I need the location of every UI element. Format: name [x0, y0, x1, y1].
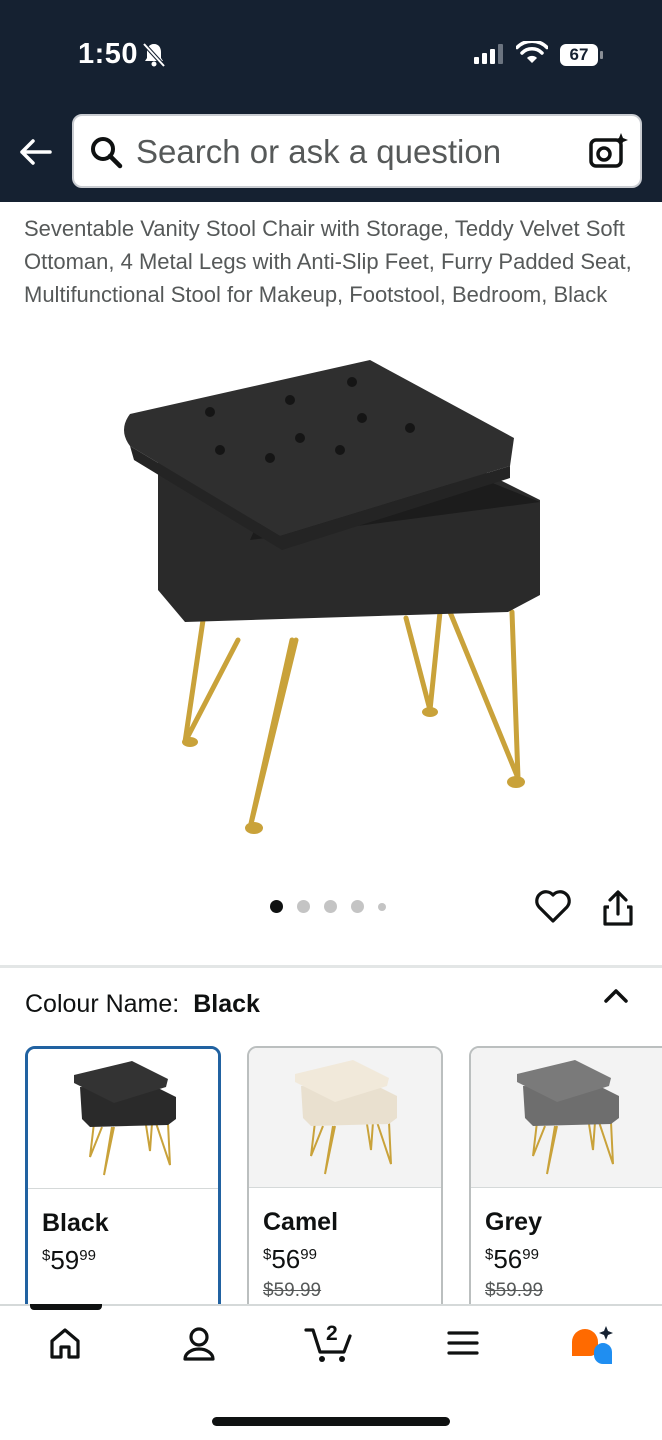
- battery-icon: 67: [560, 44, 604, 71]
- swatch-price: $5699: [263, 1244, 317, 1274]
- swatch-price: $5999: [42, 1245, 96, 1275]
- chevron-up-icon[interactable]: [602, 986, 630, 1006]
- colour-selected-value: Black: [193, 990, 260, 1018]
- nav-active-indicator: [30, 1304, 102, 1310]
- wifi-icon: [516, 41, 548, 63]
- swatch-black[interactable]: Black $5999: [25, 1046, 221, 1316]
- swatch-camel[interactable]: Camel $5699 $59.99: [247, 1046, 443, 1316]
- swatch-name: Camel: [263, 1208, 339, 1236]
- image-carousel-dots[interactable]: [270, 900, 386, 913]
- bell-muted-icon: [142, 42, 166, 68]
- search-input[interactable]: Search or ask a question: [136, 133, 501, 171]
- home-icon[interactable]: [48, 1326, 82, 1360]
- search-bar[interactable]: Search or ask a question: [72, 114, 642, 188]
- swatch-black-image: [74, 1061, 176, 1176]
- search-icon: [91, 137, 123, 169]
- swatch-grey[interactable]: Grey $5699 $59.99: [469, 1046, 662, 1316]
- colour-name-label: Colour Name: Black: [25, 990, 260, 1019]
- swatch-camel-image: [295, 1060, 397, 1175]
- account-icon[interactable]: [182, 1326, 216, 1362]
- swatch-was-price: $59.99: [263, 1280, 322, 1301]
- back-arrow-icon[interactable]: [18, 138, 54, 166]
- camera-search-icon[interactable]: [588, 132, 628, 172]
- menu-icon[interactable]: [446, 1326, 480, 1360]
- carousel-dot[interactable]: [351, 900, 364, 913]
- carousel-dot[interactable]: [378, 902, 386, 911]
- product-title[interactable]: Seventable Vanity Stool Chair with Stora…: [24, 212, 644, 311]
- share-icon[interactable]: [602, 890, 634, 928]
- carousel-dot[interactable]: [324, 900, 337, 913]
- swatch-name: Grey: [485, 1208, 542, 1236]
- section-divider: [0, 965, 662, 968]
- swatch-grey-image: [517, 1060, 619, 1175]
- home-indicator: [212, 1417, 450, 1426]
- battery-level: 67: [569, 45, 589, 64]
- signal-icon: [474, 44, 503, 64]
- swatch-name: Black: [42, 1209, 109, 1237]
- product-image[interactable]: [100, 350, 560, 840]
- wishlist-heart-icon[interactable]: [534, 888, 572, 924]
- cart-button[interactable]: 2: [304, 1322, 354, 1364]
- swatch-price: $5699: [485, 1244, 539, 1274]
- cart-count: 2: [326, 1322, 338, 1345]
- carousel-dot[interactable]: [297, 900, 310, 913]
- status-time: 1:50: [78, 38, 139, 70]
- colour-label-text: Colour Name:: [25, 990, 180, 1018]
- rufus-assistant-icon[interactable]: [570, 1326, 614, 1366]
- carousel-dot[interactable]: [270, 900, 283, 913]
- swatch-was-price: $59.99: [485, 1280, 544, 1301]
